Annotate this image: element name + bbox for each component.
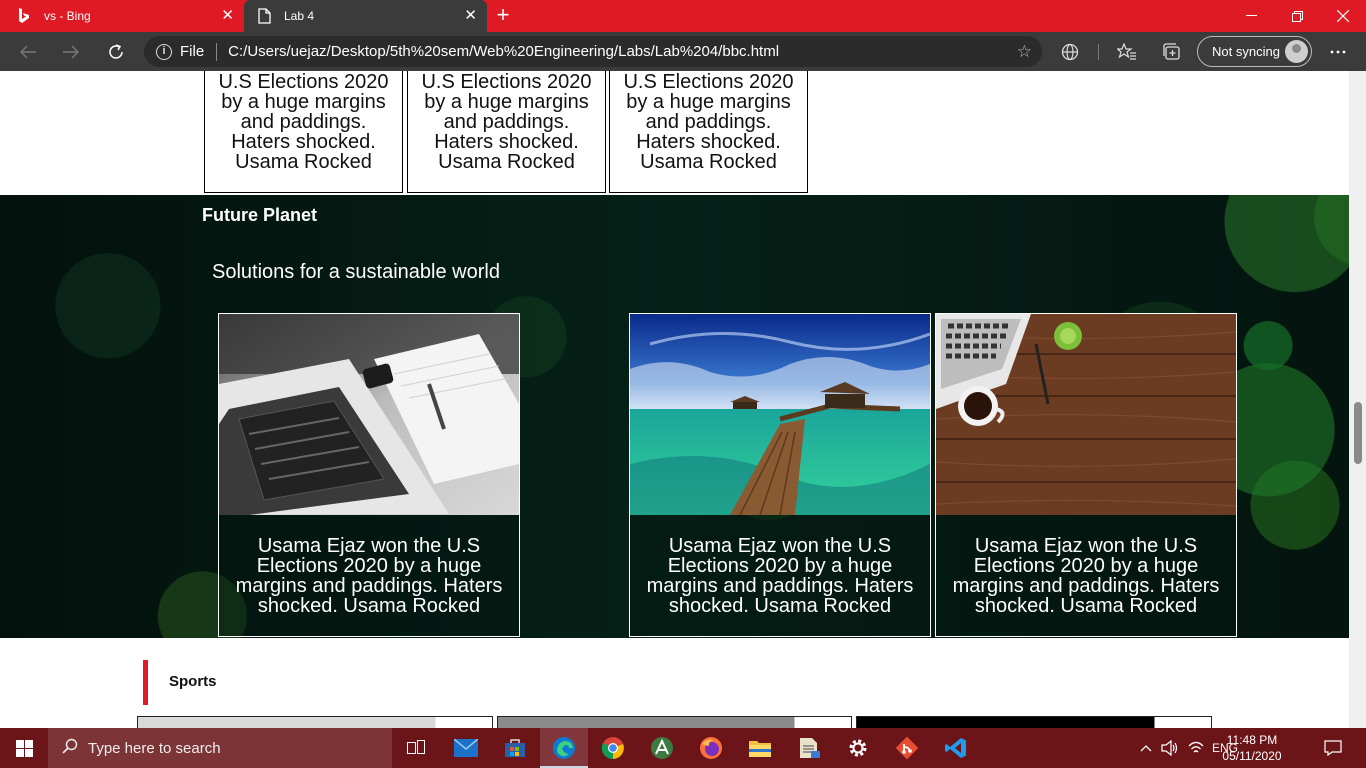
favorites-icon[interactable] — [1112, 37, 1142, 67]
close-tab-icon[interactable]: ✕ — [221, 8, 234, 23]
future-card-caption: Usama Ejaz won the U.S Elections 2020 by… — [646, 535, 914, 617]
translate-icon[interactable] — [1055, 37, 1085, 67]
tab-title: Lab 4 — [284, 9, 315, 23]
minimize-icon[interactable] — [1228, 0, 1274, 32]
clock-time: 11:48 PM — [1226, 733, 1278, 747]
future-card[interactable]: Usama Ejaz won the U.S Elections 2020 by… — [218, 313, 520, 637]
laptop-notebook-image[interactable] — [219, 314, 519, 515]
address-divider — [216, 42, 218, 61]
task-view-icon[interactable] — [392, 728, 440, 768]
forward-icon[interactable] — [56, 37, 86, 67]
git-icon[interactable] — [883, 728, 931, 768]
sports-card-image[interactable] — [497, 716, 852, 728]
sports-accent-bar — [143, 660, 148, 705]
bing-icon — [16, 8, 32, 24]
address-bar[interactable]: i File C:/Users/uejaz/Desktop/5th%20sem/… — [144, 36, 1042, 67]
avatar-icon — [1285, 40, 1308, 63]
taskbar-search[interactable]: Type here to search — [48, 728, 392, 768]
page-icon — [256, 8, 272, 24]
refresh-icon[interactable] — [101, 37, 131, 67]
future-card-caption: Usama Ejaz won the U.S Elections 2020 by… — [235, 535, 503, 617]
desk-coffee-image[interactable] — [936, 314, 1236, 515]
edge-icon[interactable] — [540, 728, 588, 768]
windows-logo-icon — [15, 739, 33, 757]
file-manager-icon[interactable] — [785, 728, 833, 768]
file-explorer-icon[interactable] — [736, 728, 784, 768]
tropical-pier-image[interactable] — [630, 314, 930, 515]
news-card[interactable]: U.S Elections 2020 by a huge margins and… — [407, 71, 606, 193]
news-card-text: U.S Elections 2020 by a huge margins and… — [623, 71, 794, 173]
sports-section-title[interactable]: Sports — [169, 673, 217, 690]
system-clock[interactable]: 11:48 PM 05/11/2020 — [1214, 732, 1290, 764]
sports-card-image[interactable] — [137, 716, 493, 728]
vscode-icon[interactable] — [932, 728, 980, 768]
browser-toolbar: i File C:/Users/uejaz/Desktop/5th%20sem/… — [0, 32, 1366, 71]
info-icon[interactable]: i — [156, 43, 172, 60]
sports-card-image[interactable] — [856, 716, 1212, 728]
toolbar-divider — [1098, 44, 1099, 60]
start-button[interactable] — [0, 728, 48, 768]
url-text[interactable]: C:/Users/uejaz/Desktop/5th%20sem/Web%20E… — [228, 43, 779, 60]
tab-title: vs - Bing — [44, 9, 91, 23]
more-options-icon[interactable] — [1323, 37, 1353, 67]
close-tab-icon[interactable]: ✕ — [464, 8, 477, 23]
tab-strip: vs - Bing ✕ Lab 4 ✕ + — [0, 0, 1366, 32]
news-card[interactable]: U.S Elections 2020 by a huge margins and… — [204, 71, 403, 193]
store-icon[interactable] — [491, 728, 539, 768]
restore-icon[interactable] — [1274, 0, 1320, 32]
android-studio-icon[interactable] — [638, 728, 686, 768]
clock-date: 05/11/2020 — [1222, 749, 1282, 763]
chrome-icon[interactable] — [589, 728, 637, 768]
search-icon — [62, 738, 78, 758]
url-scheme: File — [180, 43, 205, 60]
news-card-text: U.S Elections 2020 by a huge margins and… — [218, 71, 389, 173]
tab-bing[interactable]: vs - Bing ✕ — [0, 0, 244, 32]
future-card[interactable]: Usama Ejaz won the U.S Elections 2020 by… — [629, 313, 931, 637]
section-subtitle: Solutions for a sustainable world — [212, 261, 500, 283]
collections-icon[interactable] — [1157, 37, 1187, 67]
settings-icon[interactable] — [834, 728, 882, 768]
back-icon[interactable] — [13, 37, 43, 67]
favorite-star-icon[interactable]: ☆ — [1017, 42, 1032, 62]
page-scrollbar[interactable] — [1349, 71, 1366, 728]
future-planet-section: Future Planet Solutions for a sustainabl… — [0, 195, 1349, 638]
news-card-text: U.S Elections 2020 by a huge margins and… — [421, 71, 592, 173]
section-title[interactable]: Future Planet — [202, 205, 317, 226]
search-placeholder: Type here to search — [88, 739, 221, 757]
news-card[interactable]: U.S Elections 2020 by a huge margins and… — [609, 71, 808, 193]
wifi-icon[interactable] — [1188, 728, 1204, 768]
scrollbar-thumb[interactable] — [1354, 402, 1362, 464]
close-window-icon[interactable] — [1320, 0, 1366, 32]
new-tab-button[interactable]: + — [492, 4, 514, 26]
firefox-icon[interactable] — [687, 728, 735, 768]
tab-lab4[interactable]: Lab 4 ✕ — [244, 0, 487, 32]
future-card[interactable]: Usama Ejaz won the U.S Elections 2020 by… — [935, 313, 1237, 637]
sync-status-label: Not syncing — [1212, 44, 1280, 59]
show-hidden-icons[interactable] — [1140, 728, 1152, 768]
page-viewport: U.S Elections 2020 by a huge margins and… — [0, 71, 1366, 728]
future-card-caption: Usama Ejaz won the U.S Elections 2020 by… — [952, 535, 1220, 617]
windows-taskbar: Type here to search ENG 11:48 PM 05/11/2… — [0, 728, 1366, 768]
profile-sync-button[interactable]: Not syncing — [1197, 36, 1312, 67]
mail-icon[interactable] — [442, 728, 490, 768]
notifications-icon[interactable] — [1324, 728, 1342, 768]
volume-icon[interactable] — [1161, 728, 1179, 768]
